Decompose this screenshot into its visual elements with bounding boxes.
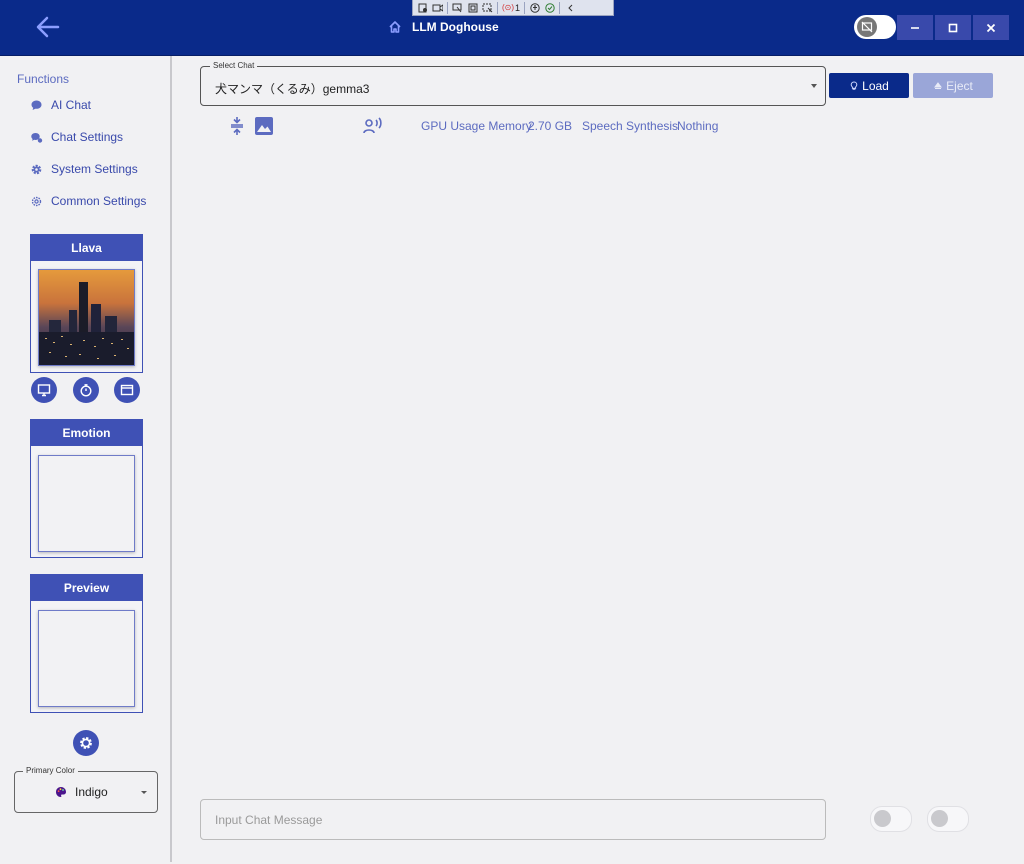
record-icon[interactable] [432,3,443,13]
monitor-icon [37,384,51,397]
eject-button-label: Eject [946,78,973,93]
speaker-toggle[interactable] [927,806,969,832]
debug-toolbar: (⊙) 1 [412,0,614,16]
close-button[interactable] [973,15,1009,40]
track-focus-icon[interactable] [482,3,493,13]
emotion-panel-title: Emotion [31,420,142,446]
city-night-image [39,270,134,365]
sidebar-item-common-settings[interactable]: Common Settings [30,191,146,211]
binding-failures-badge[interactable]: (⊙) 1 [502,3,520,13]
select-chat-dropdown[interactable]: Select Chat 犬マンマ（くるみ）gemma3 [200,61,826,106]
primary-color-value-group: Indigo [55,785,108,799]
chat-settings-icon [30,131,43,144]
close-icon [986,23,996,32]
minimize-button[interactable] [897,15,933,40]
chat-bubble-icon [30,99,43,112]
preview-image-frame [38,610,135,707]
binding-failures-count: 1 [515,2,521,13]
toggle-knob [874,810,891,827]
primary-color-select[interactable]: Primary Color Indigo [14,766,158,813]
select-element-icon[interactable] [452,3,463,13]
sidebar-item-label: Common Settings [51,194,147,208]
gear-icon [30,163,43,176]
vertical-align-center-icon [231,117,243,135]
window-title-group: LLM Doghouse [388,20,499,34]
image-button[interactable] [254,116,274,136]
chat-input-box [200,799,826,840]
load-button[interactable]: Load [829,73,909,98]
timer-icon [80,384,92,397]
sidebar-item-chat-settings[interactable]: Chat Settings [30,127,123,147]
speech-synthesis-label: Speech Synthesis [582,119,679,133]
home-icon [389,21,401,33]
screen-off-icon [861,21,873,33]
chevron-down-icon [141,791,147,794]
sidebar-item-label: AI Chat [51,98,92,112]
window-capture-button[interactable] [114,377,140,403]
gpu-usage-value: 2.70 GB [528,119,573,133]
compress-button[interactable] [228,116,246,136]
collapse-chevron-icon[interactable] [564,3,575,13]
eject-button[interactable]: Eject [913,73,993,98]
llava-panel: Llava [30,234,143,373]
speech-synthesis-value: Nothing [677,119,719,133]
toggle-knob [857,17,877,37]
palette-icon [56,787,66,797]
load-button-label: Load [862,78,889,93]
llava-panel-title: Llava [31,235,142,261]
sidebar-item-label: System Settings [51,162,138,176]
sidebar-item-system-settings[interactable]: System Settings [30,159,138,179]
toolbar-separator [524,1,526,14]
toolbar-separator [559,1,561,14]
toggle-knob [931,810,948,827]
settings-cog-icon [30,195,43,208]
gpu-usage-label: GPU Usage Memory [421,119,532,133]
title-bar: (⊙) 1 LLM Doghouse [0,0,1024,56]
voice-button[interactable] [362,116,384,136]
window-icon [120,384,134,396]
maximize-icon [948,23,958,32]
toolbar-separator [497,1,498,14]
select-chat-label: Select Chat [210,61,258,70]
eject-icon [934,81,943,89]
live-tree-icon[interactable] [417,3,428,13]
gear-icon [80,737,92,749]
toolbar-separator [447,1,448,14]
chat-message-input[interactable] [213,812,817,828]
window-title: LLM Doghouse [412,20,499,34]
minimize-icon [911,26,919,29]
emotion-image-frame [38,455,135,552]
adorner-icon[interactable] [467,3,478,13]
arrow-left-icon [36,16,60,38]
accessibility-icon[interactable] [529,2,540,13]
llava-image-frame[interactable] [38,269,135,366]
chevron-down-icon [811,84,817,88]
overlay-toggle[interactable] [854,15,896,39]
timer-button[interactable] [73,377,99,403]
select-chat-value: 犬マンマ（くるみ）gemma3 [215,82,370,96]
check-circle-icon[interactable] [544,2,555,13]
image-icon [255,117,273,135]
sidebar-item-label: Chat Settings [51,130,124,144]
bulb-icon [850,80,858,90]
voice-speaker-icon [363,117,382,134]
preview-panel-title: Preview [31,575,142,601]
primary-color-label: Primary Color [23,766,78,775]
mic-toggle[interactable] [870,806,912,832]
sidebar: Functions AI Chat Chat Settings System S… [0,56,172,862]
screen-capture-button[interactable] [31,377,57,403]
primary-color-value: Indigo [75,785,108,799]
preview-panel: Preview [30,574,143,713]
sidebar-item-ai-chat[interactable]: AI Chat [30,95,91,115]
maximize-button[interactable] [935,15,971,40]
settings-button[interactable] [73,730,99,756]
back-button[interactable] [30,12,66,42]
emotion-panel: Emotion [30,419,143,558]
functions-heading: Functions [17,72,70,86]
